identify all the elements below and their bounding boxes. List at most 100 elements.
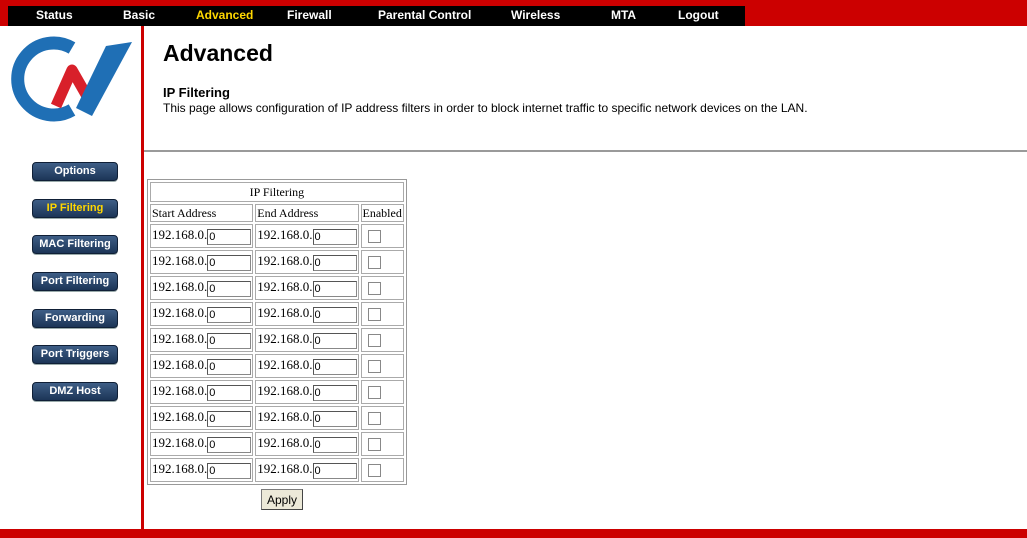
start-address-input[interactable] bbox=[207, 332, 252, 349]
start-address-cell: 192.168.0. bbox=[150, 380, 254, 404]
end-address-cell: 192.168.0. bbox=[255, 406, 359, 430]
nav-status[interactable]: Status bbox=[36, 8, 73, 22]
column-header-end: End Address bbox=[255, 204, 359, 222]
start-address-input[interactable] bbox=[207, 384, 252, 401]
start-address-cell: 192.168.0. bbox=[150, 406, 254, 430]
sidebar-item-port-filtering[interactable]: Port Filtering bbox=[32, 272, 118, 291]
start-address-prefix: 192.168.0. bbox=[152, 279, 208, 295]
start-address-input[interactable] bbox=[207, 306, 252, 323]
ip-filter-table: IP Filtering Start Address End Address E… bbox=[147, 179, 407, 485]
nav-wireless[interactable]: Wireless bbox=[511, 8, 560, 22]
end-address-prefix: 192.168.0. bbox=[257, 253, 313, 269]
start-address-cell: 192.168.0. bbox=[150, 276, 254, 300]
start-address-input[interactable] bbox=[207, 358, 252, 375]
section-description: This page allows configuration of IP add… bbox=[163, 101, 808, 115]
enabled-checkbox[interactable] bbox=[367, 438, 381, 452]
sidebar-item-forwarding[interactable]: Forwarding bbox=[32, 309, 118, 328]
section-title: IP Filtering bbox=[163, 85, 230, 100]
nav-advanced[interactable]: Advanced bbox=[196, 8, 253, 22]
table-row: 192.168.0. 192.168.0. bbox=[150, 354, 404, 378]
table-row: 192.168.0. 192.168.0. bbox=[150, 406, 404, 430]
enabled-cell bbox=[360, 432, 404, 456]
start-address-cell: 192.168.0. bbox=[150, 432, 254, 456]
enabled-cell bbox=[360, 276, 404, 300]
column-header-enabled: Enabled bbox=[360, 204, 404, 222]
start-address-input[interactable] bbox=[207, 228, 252, 245]
sidebar-item-mac-filtering[interactable]: MAC Filtering bbox=[32, 235, 118, 254]
start-address-input[interactable] bbox=[207, 436, 252, 453]
start-address-prefix: 192.168.0. bbox=[152, 253, 208, 269]
sidebar-item-dmz-host[interactable]: DMZ Host bbox=[32, 382, 118, 401]
end-address-cell: 192.168.0. bbox=[255, 380, 359, 404]
end-address-input[interactable] bbox=[312, 228, 357, 245]
end-address-input[interactable] bbox=[312, 462, 357, 479]
table-row: 192.168.0. 192.168.0. bbox=[150, 250, 404, 274]
enabled-checkbox[interactable] bbox=[367, 412, 381, 426]
start-address-cell: 192.168.0. bbox=[150, 458, 254, 482]
table-row: 192.168.0. 192.168.0. bbox=[150, 276, 404, 300]
enabled-cell bbox=[360, 380, 404, 404]
enabled-checkbox[interactable] bbox=[367, 256, 381, 270]
table-row: 192.168.0. 192.168.0. bbox=[150, 458, 404, 482]
page-title: Advanced bbox=[163, 40, 273, 66]
table-title: IP Filtering bbox=[150, 182, 404, 202]
enabled-checkbox[interactable] bbox=[367, 282, 381, 296]
end-address-prefix: 192.168.0. bbox=[257, 357, 313, 373]
end-address-input[interactable] bbox=[312, 358, 357, 375]
start-address-input[interactable] bbox=[207, 254, 252, 271]
enabled-checkbox[interactable] bbox=[367, 386, 381, 400]
end-address-input[interactable] bbox=[312, 384, 357, 401]
enabled-checkbox[interactable] bbox=[367, 308, 381, 322]
start-address-input[interactable] bbox=[207, 280, 252, 297]
end-address-input[interactable] bbox=[312, 332, 357, 349]
start-address-prefix: 192.168.0. bbox=[152, 435, 208, 451]
nav-basic[interactable]: Basic bbox=[123, 8, 155, 22]
sidebar-item-options[interactable]: Options bbox=[32, 162, 118, 181]
end-address-cell: 192.168.0. bbox=[255, 354, 359, 378]
end-address-prefix: 192.168.0. bbox=[257, 383, 313, 399]
end-address-prefix: 192.168.0. bbox=[257, 461, 313, 477]
table-row: 192.168.0. 192.168.0. bbox=[150, 380, 404, 404]
divider bbox=[144, 150, 1027, 152]
end-address-cell: 192.168.0. bbox=[255, 224, 359, 248]
enabled-cell bbox=[360, 224, 404, 248]
apply-button[interactable]: Apply bbox=[261, 489, 303, 510]
table-row: 192.168.0. 192.168.0. bbox=[150, 224, 404, 248]
end-address-cell: 192.168.0. bbox=[255, 250, 359, 274]
enabled-cell bbox=[360, 458, 404, 482]
sidebar-item-port-triggers[interactable]: Port Triggers bbox=[32, 345, 118, 364]
nav-parental-control[interactable]: Parental Control bbox=[378, 8, 471, 22]
nav-logout[interactable]: Logout bbox=[678, 8, 719, 22]
enabled-cell bbox=[360, 354, 404, 378]
start-address-prefix: 192.168.0. bbox=[152, 383, 208, 399]
start-address-prefix: 192.168.0. bbox=[152, 409, 208, 425]
start-address-prefix: 192.168.0. bbox=[152, 305, 208, 321]
start-address-input[interactable] bbox=[207, 462, 252, 479]
end-address-prefix: 192.168.0. bbox=[257, 279, 313, 295]
start-address-cell: 192.168.0. bbox=[150, 224, 254, 248]
table-row: 192.168.0. 192.168.0. bbox=[150, 302, 404, 326]
end-address-input[interactable] bbox=[312, 254, 357, 271]
enabled-checkbox[interactable] bbox=[367, 230, 381, 244]
sidebar-item-ip-filtering[interactable]: IP Filtering bbox=[32, 199, 118, 218]
sidebar-divider bbox=[141, 26, 144, 529]
start-address-cell: 192.168.0. bbox=[150, 250, 254, 274]
start-address-input[interactable] bbox=[207, 410, 252, 427]
enabled-checkbox[interactable] bbox=[367, 360, 381, 374]
end-address-cell: 192.168.0. bbox=[255, 302, 359, 326]
end-address-input[interactable] bbox=[312, 280, 357, 297]
end-address-prefix: 192.168.0. bbox=[257, 305, 313, 321]
end-address-cell: 192.168.0. bbox=[255, 458, 359, 482]
nav-mta[interactable]: MTA bbox=[611, 8, 636, 22]
enabled-checkbox[interactable] bbox=[367, 464, 381, 478]
enabled-checkbox[interactable] bbox=[367, 334, 381, 348]
start-address-prefix: 192.168.0. bbox=[152, 461, 208, 477]
enabled-cell bbox=[360, 250, 404, 274]
end-address-input[interactable] bbox=[312, 436, 357, 453]
column-header-start: Start Address bbox=[150, 204, 254, 222]
start-address-cell: 192.168.0. bbox=[150, 328, 254, 352]
end-address-input[interactable] bbox=[312, 410, 357, 427]
end-address-input[interactable] bbox=[312, 306, 357, 323]
enabled-cell bbox=[360, 302, 404, 326]
nav-firewall[interactable]: Firewall bbox=[287, 8, 332, 22]
